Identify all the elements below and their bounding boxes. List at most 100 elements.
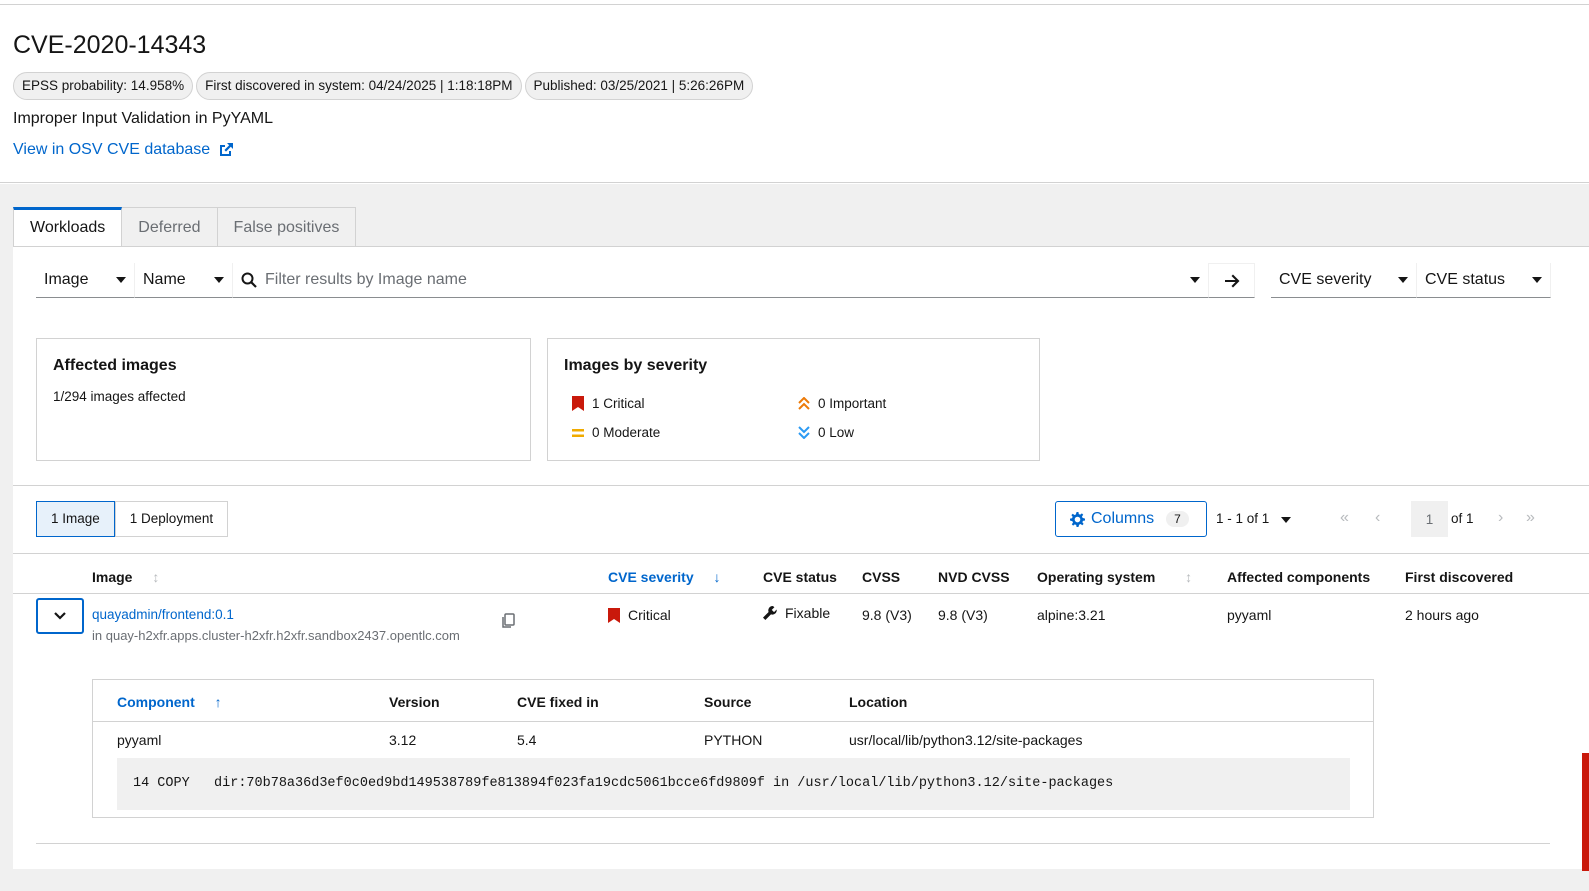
search-icon (241, 272, 257, 288)
image-registry: in quay-h2xfr.apps.cluster-h2xfr.h2xfr.s… (92, 628, 460, 643)
page-number-input[interactable]: 1 (1411, 501, 1448, 537)
workloads-panel: Image Name Filter results by Image name … (13, 246, 1589, 869)
col-nvd-cvss: NVD CVSS (938, 569, 1010, 585)
nvd-cvss-cell: 9.8 (V3) (938, 607, 988, 623)
tab-workloads[interactable]: Workloads (13, 207, 123, 247)
component-version: 3.12 (389, 732, 417, 748)
col-component[interactable]: Component ↑ (117, 694, 222, 710)
status-cell: Fixable (763, 605, 830, 621)
col-operating-system[interactable]: Operating system ↕ (1037, 569, 1192, 585)
attribute-select-value: Name (143, 271, 186, 288)
page-title: CVE-2020-14343 (13, 31, 207, 59)
cve-description: Improper Input Validation in PyYAML (13, 110, 273, 127)
attribute-select[interactable]: Name (135, 263, 233, 298)
images-by-severity-card: Images by severity 1 Critical 0 Importan… (547, 338, 1040, 461)
cvss-cell: 9.8 (V3) (862, 607, 912, 623)
col-cve-severity[interactable]: CVE severity ↓ (608, 569, 721, 585)
col-source: Source (704, 694, 752, 710)
section-divider (13, 485, 1589, 486)
moderate-count: 0 Moderate (572, 425, 660, 440)
component-table-divider (93, 721, 1373, 722)
component-table: Component ↑ Version CVE fixed in Source … (92, 679, 1374, 818)
last-page-icon[interactable]: » (1526, 509, 1535, 527)
caret-down-icon (1398, 277, 1408, 283)
caret-down-icon (214, 277, 224, 283)
component-location: usr/local/lib/python3.12/site-packages (849, 732, 1083, 748)
pagination-caret-down-icon[interactable] (1281, 517, 1291, 523)
affected-images-card: Affected images 1/294 images affected (36, 338, 531, 461)
osv-database-link[interactable]: View in OSV CVE database (13, 141, 234, 159)
search-submit-button[interactable] (1208, 263, 1255, 298)
entity-select-value: Image (44, 271, 89, 288)
col-image[interactable]: Image ↕ (92, 569, 159, 585)
caret-down-icon[interactable] (1190, 277, 1200, 283)
cve-labels: EPSS probability: 14.958% First discover… (13, 72, 754, 100)
col-first-discovered: First discovered (1405, 569, 1514, 585)
cve-header: CVE-2020-14343 EPSS probability: 14.958%… (0, 5, 1589, 183)
caret-down-icon (116, 277, 126, 283)
first-page-icon[interactable]: « (1340, 509, 1349, 527)
sort-descending-icon: ↓ (713, 569, 721, 585)
critical-count: 1 Critical (572, 396, 645, 411)
sort-icon: ↕ (1185, 569, 1193, 585)
cve-status-filter[interactable]: CVE status (1417, 263, 1551, 298)
cve-severity-filter[interactable]: CVE severity (1271, 263, 1417, 298)
images-toggle[interactable]: 1 Image (36, 501, 115, 537)
header-divider (13, 593, 1589, 594)
severity-cell: Critical (608, 607, 671, 623)
entity-toggle-group: 1 Image 1 Deployment (36, 501, 229, 537)
affected-images-title: Affected images (53, 357, 177, 374)
first-discovered-cell: 2 hours ago (1405, 607, 1479, 623)
low-icon (798, 426, 810, 439)
sort-ascending-icon: ↑ (214, 694, 222, 710)
columns-button[interactable]: Columns 7 (1055, 501, 1207, 537)
tab-false-positives[interactable]: False positives (217, 207, 357, 247)
cve-severity-filter-label: CVE severity (1279, 271, 1372, 288)
filter-toolbar: Image Name Filter results by Image name … (36, 263, 1551, 298)
row-expand-button[interactable] (36, 598, 84, 634)
tab-deferred[interactable]: Deferred (122, 207, 218, 247)
osv-link-label: View in OSV CVE database (13, 141, 211, 158)
image-name-link[interactable]: quayadmin/frontend:0.1 (92, 607, 234, 622)
gear-icon (1070, 511, 1085, 527)
critical-icon (608, 607, 620, 623)
os-cell: alpine:3.21 (1037, 607, 1106, 623)
pagination-range[interactable]: 1 - 1 of 1 (1216, 511, 1269, 526)
external-link-icon (220, 143, 234, 156)
col-affected-components: Affected components (1227, 569, 1371, 585)
table-bottom-divider (36, 843, 1550, 844)
sort-icon: ↕ (152, 569, 160, 585)
epss-label: EPSS probability: 14.958% (13, 72, 194, 100)
col-location: Location (849, 694, 908, 710)
col-version: Version (389, 694, 440, 710)
layer-code-block: 14 COPY dir:70b78a36d3ef0c0ed9bd14953878… (117, 758, 1350, 810)
cve-status-filter-label: CVE status (1425, 271, 1506, 288)
col-cve-status: CVE status (763, 569, 837, 585)
chevron-down-icon (54, 612, 66, 620)
entity-select[interactable]: Image (36, 263, 135, 298)
columns-label: Columns (1091, 510, 1155, 527)
table-top-divider (13, 553, 1589, 554)
published-label: Published: 03/25/2021 | 5:26:26PM (524, 72, 754, 100)
critical-icon (572, 396, 584, 411)
first-discovered-label: First discovered in system: 04/24/2025 |… (196, 72, 522, 100)
wrench-icon (763, 606, 777, 620)
component-source: PYTHON (704, 732, 763, 748)
caret-down-icon (1532, 277, 1542, 283)
page-total: of 1 (1451, 511, 1474, 526)
copy-icon[interactable] (501, 613, 515, 634)
tab-bar: Workloads Deferred False positives (13, 207, 357, 247)
components-cell: pyyaml (1227, 607, 1272, 623)
component-name: pyyaml (117, 732, 162, 748)
col-cvss: CVSS (862, 569, 901, 585)
next-page-icon[interactable]: › (1498, 509, 1503, 527)
col-cve-fixed-in: CVE fixed in (517, 694, 599, 710)
previous-page-icon[interactable]: ‹ (1375, 509, 1380, 527)
search-input[interactable]: Filter results by Image name (233, 263, 1208, 298)
notification-edge (1582, 753, 1589, 871)
low-count: 0 Low (798, 425, 854, 440)
deployments-toggle[interactable]: 1 Deployment (114, 501, 229, 537)
component-fixed-in: 5.4 (517, 732, 537, 748)
moderate-icon (572, 428, 584, 437)
